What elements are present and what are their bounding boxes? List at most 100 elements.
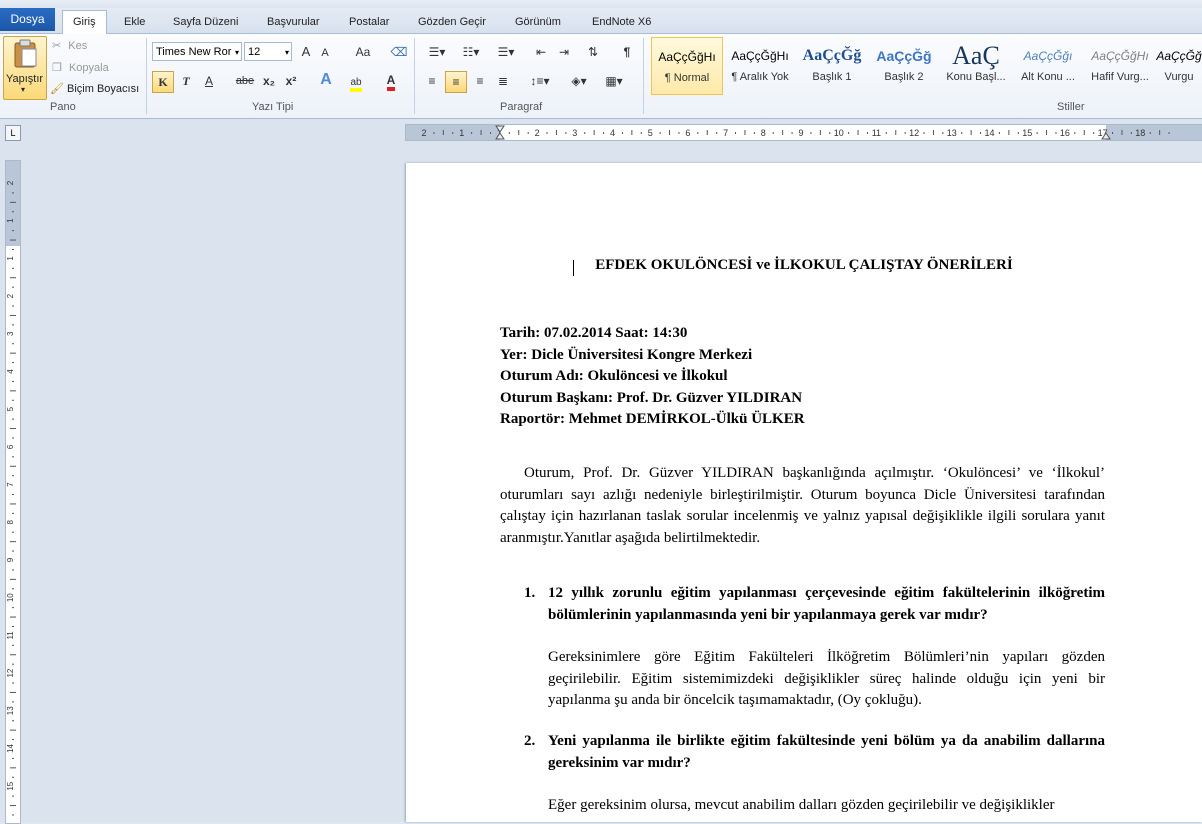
ruler-tick (10, 390, 16, 392)
ruler-tick (942, 132, 944, 134)
ruler-tick (1149, 132, 1151, 134)
ruler-tick (12, 192, 14, 194)
shrink-font-button[interactable]: A (318, 44, 332, 62)
decrease-indent-button[interactable]: ⇤ (532, 43, 550, 61)
ruler-tick (433, 132, 435, 134)
tab-view[interactable]: Görünüm (515, 12, 561, 33)
align-right-button[interactable]: ≡ (471, 72, 489, 90)
bold-icon: K (158, 75, 168, 89)
style-preview: AaÇçĞğ (1156, 49, 1202, 63)
ruler-tick (10, 465, 16, 467)
tab-insert[interactable]: Ekle (124, 12, 145, 33)
shading-button[interactable]: ◈▾ (566, 72, 592, 90)
styles-gallery: AaÇçĞğHı ¶ Normal AaÇçĞğHı ¶ Aralık Yok … (648, 37, 1202, 97)
ruler-tick (12, 494, 14, 496)
ruler-tick (10, 805, 16, 807)
tab-endnote[interactable]: EndNote X6 (592, 12, 651, 33)
chevron-down-icon: ▾ (234, 48, 239, 57)
show-marks-button[interactable]: ¶ (618, 43, 636, 61)
tab-references[interactable]: Başvurular (267, 12, 320, 33)
answer-text: Eğer gereksinim olursa, mevcut anabilim … (548, 797, 1055, 813)
ruler-tick-label: 15 (1022, 128, 1032, 138)
ribbon: Yapıştır ▾ ✂ Kes ❐ Kopyala 🖌 Biçim Boyac… (0, 34, 1202, 119)
sort-button[interactable]: ⇅ (584, 43, 602, 61)
tab-selector-icon[interactable]: L (5, 125, 21, 141)
ruler-tick (12, 305, 14, 307)
grow-font-button[interactable]: A (298, 43, 314, 61)
ruler-tick (12, 569, 14, 571)
paste-button[interactable]: Yapıştır ▾ (3, 36, 47, 100)
ruler-tick (508, 132, 510, 134)
subscript-button[interactable]: x₂ (261, 72, 277, 90)
style-subtle-emphasis[interactable]: AaÇçĞğHı Hafif Vurg... (1084, 37, 1156, 95)
cut-button[interactable]: ✂ Kes (52, 39, 87, 52)
italic-button[interactable]: T (177, 72, 195, 90)
style-emphasis[interactable]: AaÇçĞğ Vurgu (1156, 37, 1202, 95)
document-page[interactable]: EFDEK OKULÖNCESİ ve İLKOKUL ÇALIŞTAY ÖNE… (406, 163, 1202, 822)
tab-file[interactable]: Dosya (0, 8, 55, 31)
style-heading-1[interactable]: AaÇçĞğ Başlık 1 (796, 37, 868, 95)
ruler-tick (744, 130, 746, 135)
copy-button[interactable]: ❐ Kopyala (52, 61, 109, 74)
font-family-select[interactable]: Times New Ror ▾ (152, 42, 242, 61)
underline-icon: A (204, 74, 213, 88)
ruler-tick-label: 1 (6, 256, 15, 261)
grow-font-icon: A (301, 44, 311, 59)
underline-button[interactable]: A (200, 72, 218, 90)
ruler-tick (12, 211, 14, 213)
font-color-button[interactable]: A (382, 71, 400, 91)
copy-label: Kopyala (68, 62, 109, 74)
change-case-button[interactable]: Aa (350, 43, 376, 61)
tab-page-layout[interactable]: Sayfa Düzeni (173, 12, 238, 33)
format-painter-label: Biçim Boyacısı (67, 83, 140, 95)
ruler-tick (603, 132, 605, 134)
style-heading-2[interactable]: AaÇçĞğ Başlık 2 (868, 37, 940, 95)
ruler-tick (669, 130, 671, 135)
clear-format-button[interactable]: ⌫ (390, 43, 408, 61)
ruler-tick (1036, 132, 1038, 134)
format-painter-button[interactable]: 🖌 Biçim Boyacısı (50, 82, 139, 95)
highlight-button[interactable]: ab (346, 72, 366, 92)
tab-mailings[interactable]: Postalar (349, 12, 389, 33)
ruler-tick (923, 132, 925, 134)
ruler-tick (659, 132, 661, 134)
text-effects-button[interactable]: A (316, 71, 336, 89)
style-title[interactable]: AaÇ Konu Başl... (940, 37, 1012, 95)
line-spacing-button[interactable]: ↕≡▾ (527, 72, 553, 90)
vertical-ruler[interactable]: 21123456789101112131415 (5, 160, 21, 824)
ruler-tick (12, 248, 14, 250)
font-size-select[interactable]: 12 ▾ (244, 42, 292, 61)
style-normal[interactable]: AaÇçĞğHı ¶ Normal (651, 37, 723, 95)
superscript-button[interactable]: x² (283, 72, 299, 90)
group-label-styles: Stiller (1057, 101, 1085, 113)
style-no-spacing[interactable]: AaÇçĞğHı ¶ Aralık Yok (724, 37, 796, 95)
tab-home[interactable]: Giriş (62, 10, 107, 34)
font-family-value: Times New Ror (156, 46, 232, 58)
ruler-tick (1046, 130, 1048, 135)
ruler-tick (10, 578, 16, 580)
bold-button[interactable]: K (152, 71, 174, 93)
ruler-tick-label: 2 (6, 180, 15, 185)
document-title: EFDEK OKULÖNCESİ ve İLKOKUL ÇALIŞTAY ÖNE… (595, 257, 1013, 273)
justify-button[interactable]: ≣ (494, 72, 512, 90)
copy-icon: ❐ (52, 62, 62, 74)
multilevel-list-button[interactable]: ☰▾ (492, 43, 520, 61)
increase-indent-button[interactable]: ⇥ (555, 43, 573, 61)
bullets-button[interactable]: ☰▾ (423, 43, 451, 61)
borders-button[interactable]: ▦▾ (601, 72, 627, 90)
numbering-button[interactable]: ☷▾ (457, 43, 485, 61)
style-name: Başlık 1 (812, 71, 852, 83)
align-center-button[interactable]: ≡ (445, 71, 467, 93)
horizontal-ruler[interactable]: 21123456789101112131415161718 (405, 124, 1202, 141)
ruler-tick (10, 201, 16, 203)
style-subtitle[interactable]: AaÇçĞğı Alt Konu ... (1012, 37, 1084, 95)
strikethrough-button[interactable]: abe (235, 72, 255, 90)
tab-review[interactable]: Gözden Geçir (418, 12, 486, 33)
meta-chair: Oturum Başkanı: Prof. Dr. Güzver YILDIRA… (500, 389, 803, 406)
ruler-tick (1008, 130, 1010, 135)
ruler-tick (895, 130, 897, 135)
group-separator (414, 38, 415, 114)
ruler-tick (1168, 132, 1170, 134)
align-left-button[interactable]: ≡ (423, 72, 441, 90)
ruler-tick (735, 132, 737, 134)
